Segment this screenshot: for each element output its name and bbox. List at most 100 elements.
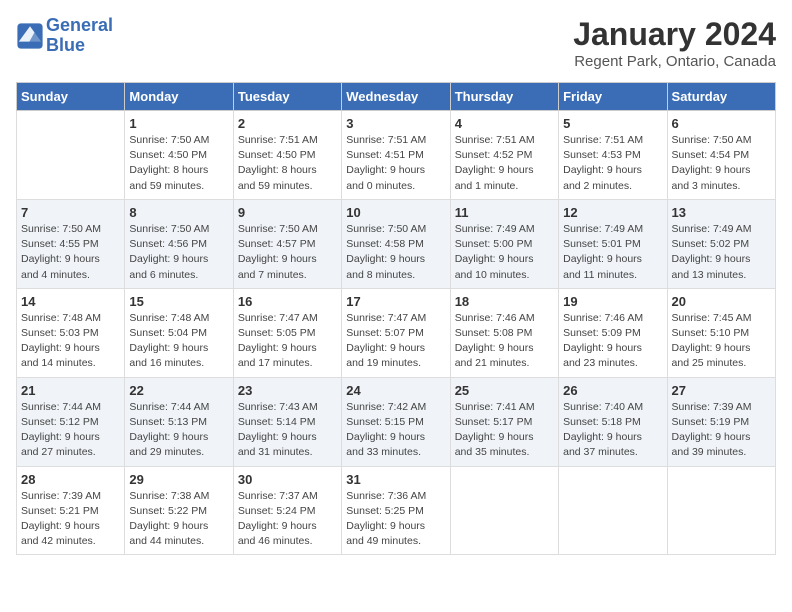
day-info: Sunrise: 7:37 AMSunset: 5:24 PMDaylight:… [238, 489, 337, 550]
day-number: 2 [238, 116, 337, 131]
day-number: 12 [563, 205, 662, 220]
logo-line1: General [46, 15, 113, 35]
day-info: Sunrise: 7:39 AMSunset: 5:21 PMDaylight:… [21, 489, 120, 550]
day-number: 11 [455, 205, 554, 220]
day-number: 9 [238, 205, 337, 220]
calendar-cell: 30 Sunrise: 7:37 AMSunset: 5:24 PMDayligh… [233, 466, 341, 555]
day-info: Sunrise: 7:51 AMSunset: 4:51 PMDaylight:… [346, 133, 445, 194]
calendar-cell: 5 Sunrise: 7:51 AMSunset: 4:53 PMDaylight… [559, 111, 667, 200]
day-info: Sunrise: 7:50 AMSunset: 4:55 PMDaylight:… [21, 222, 120, 283]
day-number: 20 [672, 294, 771, 309]
day-number: 5 [563, 116, 662, 131]
page-header: General Blue January 2024 Regent Park, O… [16, 16, 776, 70]
header-row: SundayMondayTuesdayWednesdayThursdayFrid… [17, 83, 776, 111]
calendar-cell: 13Sunrise: 7:49 AMSunset: 5:02 PMDayligh… [667, 199, 775, 288]
column-header-sunday: Sunday [17, 83, 125, 111]
week-row-3: 14Sunrise: 7:48 AMSunset: 5:03 PMDayligh… [17, 288, 776, 377]
day-number: 24 [346, 383, 445, 398]
day-info: Sunrise: 7:38 AMSunset: 5:22 PMDaylight:… [129, 489, 228, 550]
day-number: 7 [21, 205, 120, 220]
calendar-table: SundayMondayTuesdayWednesdayThursdayFrid… [16, 82, 776, 555]
calendar-cell [17, 111, 125, 200]
calendar-cell: 26 Sunrise: 7:40 AMSunset: 5:18 PMDayligh… [559, 377, 667, 466]
day-info: Sunrise: 7:49 AMSunset: 5:00 PMDaylight:… [455, 222, 554, 283]
calendar-cell: 21 Sunrise: 7:44 AMSunset: 5:12 PMDayligh… [17, 377, 125, 466]
day-info: Sunrise: 7:46 AMSunset: 5:08 PMDaylight:… [455, 311, 554, 372]
day-number: 13 [672, 205, 771, 220]
calendar-cell: 12 Sunrise: 7:49 AMSunset: 5:01 PMDayligh… [559, 199, 667, 288]
day-info: Sunrise: 7:48 AMSunset: 5:04 PMDaylight:… [129, 311, 228, 372]
week-row-5: 28 Sunrise: 7:39 AMSunset: 5:21 PMDayligh… [17, 466, 776, 555]
day-number: 15 [129, 294, 228, 309]
day-info: Sunrise: 7:45 AMSunset: 5:10 PMDaylight:… [672, 311, 771, 372]
day-info: Sunrise: 7:51 AMSunset: 4:53 PMDaylight:… [563, 133, 662, 194]
day-info: Sunrise: 7:50 AMSunset: 4:50 PMDaylight:… [129, 133, 228, 194]
column-header-saturday: Saturday [667, 83, 775, 111]
week-row-4: 21 Sunrise: 7:44 AMSunset: 5:12 PMDayligh… [17, 377, 776, 466]
calendar-cell: 23 Sunrise: 7:43 AMSunset: 5:14 PMDayligh… [233, 377, 341, 466]
calendar-cell: 2 Sunrise: 7:51 AMSunset: 4:50 PMDaylight… [233, 111, 341, 200]
calendar-cell [667, 466, 775, 555]
day-number: 10 [346, 205, 445, 220]
calendar-cell: 20 Sunrise: 7:45 AMSunset: 5:10 PMDayligh… [667, 288, 775, 377]
title-block: January 2024 Regent Park, Ontario, Canad… [573, 16, 776, 70]
week-row-1: 1Sunrise: 7:50 AMSunset: 4:50 PMDaylight… [17, 111, 776, 200]
day-info: Sunrise: 7:36 AMSunset: 5:25 PMDaylight:… [346, 489, 445, 550]
subtitle: Regent Park, Ontario, Canada [573, 53, 776, 70]
week-row-2: 7 Sunrise: 7:50 AMSunset: 4:55 PMDaylight… [17, 199, 776, 288]
day-info: Sunrise: 7:50 AMSunset: 4:54 PMDaylight:… [672, 133, 771, 194]
day-info: Sunrise: 7:49 AMSunset: 5:01 PMDaylight:… [563, 222, 662, 283]
calendar-cell: 29 Sunrise: 7:38 AMSunset: 5:22 PMDayligh… [125, 466, 233, 555]
logo-icon [16, 22, 44, 50]
calendar-cell: 11 Sunrise: 7:49 AMSunset: 5:00 PMDayligh… [450, 199, 558, 288]
main-title: January 2024 [573, 16, 776, 53]
day-number: 23 [238, 383, 337, 398]
calendar-cell [559, 466, 667, 555]
day-number: 30 [238, 472, 337, 487]
calendar-cell: 24 Sunrise: 7:42 AMSunset: 5:15 PMDayligh… [342, 377, 450, 466]
day-info: Sunrise: 7:39 AMSunset: 5:19 PMDaylight:… [672, 400, 771, 461]
day-info: Sunrise: 7:50 AMSunset: 4:56 PMDaylight:… [129, 222, 228, 283]
calendar-cell: 18Sunrise: 7:46 AMSunset: 5:08 PMDayligh… [450, 288, 558, 377]
calendar-cell: 27Sunrise: 7:39 AMSunset: 5:19 PMDayligh… [667, 377, 775, 466]
calendar-cell: 6 Sunrise: 7:50 AMSunset: 4:54 PMDaylight… [667, 111, 775, 200]
day-number: 28 [21, 472, 120, 487]
day-number: 31 [346, 472, 445, 487]
day-number: 14 [21, 294, 120, 309]
calendar-cell: 17Sunrise: 7:47 AMSunset: 5:07 PMDayligh… [342, 288, 450, 377]
day-info: Sunrise: 7:40 AMSunset: 5:18 PMDaylight:… [563, 400, 662, 461]
calendar-cell: 14Sunrise: 7:48 AMSunset: 5:03 PMDayligh… [17, 288, 125, 377]
calendar-cell: 28 Sunrise: 7:39 AMSunset: 5:21 PMDayligh… [17, 466, 125, 555]
calendar-cell: 10Sunrise: 7:50 AMSunset: 4:58 PMDayligh… [342, 199, 450, 288]
column-header-thursday: Thursday [450, 83, 558, 111]
calendar-cell: 31 Sunrise: 7:36 AMSunset: 5:25 PMDayligh… [342, 466, 450, 555]
day-number: 21 [21, 383, 120, 398]
day-info: Sunrise: 7:46 AMSunset: 5:09 PMDaylight:… [563, 311, 662, 372]
day-info: Sunrise: 7:44 AMSunset: 5:12 PMDaylight:… [21, 400, 120, 461]
day-number: 26 [563, 383, 662, 398]
day-info: Sunrise: 7:43 AMSunset: 5:14 PMDaylight:… [238, 400, 337, 461]
day-info: Sunrise: 7:51 AMSunset: 4:52 PMDaylight:… [455, 133, 554, 194]
day-number: 22 [129, 383, 228, 398]
column-header-friday: Friday [559, 83, 667, 111]
calendar-cell: 19Sunrise: 7:46 AMSunset: 5:09 PMDayligh… [559, 288, 667, 377]
calendar-cell: 4 Sunrise: 7:51 AMSunset: 4:52 PMDaylight… [450, 111, 558, 200]
calendar-cell: 7 Sunrise: 7:50 AMSunset: 4:55 PMDaylight… [17, 199, 125, 288]
day-info: Sunrise: 7:47 AMSunset: 5:05 PMDaylight:… [238, 311, 337, 372]
day-number: 16 [238, 294, 337, 309]
day-number: 29 [129, 472, 228, 487]
day-number: 8 [129, 205, 228, 220]
day-info: Sunrise: 7:42 AMSunset: 5:15 PMDaylight:… [346, 400, 445, 461]
day-number: 17 [346, 294, 445, 309]
logo: General Blue [16, 16, 113, 56]
day-info: Sunrise: 7:41 AMSunset: 5:17 PMDaylight:… [455, 400, 554, 461]
calendar-cell: 25Sunrise: 7:41 AMSunset: 5:17 PMDayligh… [450, 377, 558, 466]
day-info: Sunrise: 7:50 AMSunset: 4:57 PMDaylight:… [238, 222, 337, 283]
day-number: 4 [455, 116, 554, 131]
calendar-cell: 9 Sunrise: 7:50 AMSunset: 4:57 PMDaylight… [233, 199, 341, 288]
day-number: 3 [346, 116, 445, 131]
day-info: Sunrise: 7:51 AMSunset: 4:50 PMDaylight:… [238, 133, 337, 194]
column-header-wednesday: Wednesday [342, 83, 450, 111]
day-number: 6 [672, 116, 771, 131]
column-header-tuesday: Tuesday [233, 83, 341, 111]
